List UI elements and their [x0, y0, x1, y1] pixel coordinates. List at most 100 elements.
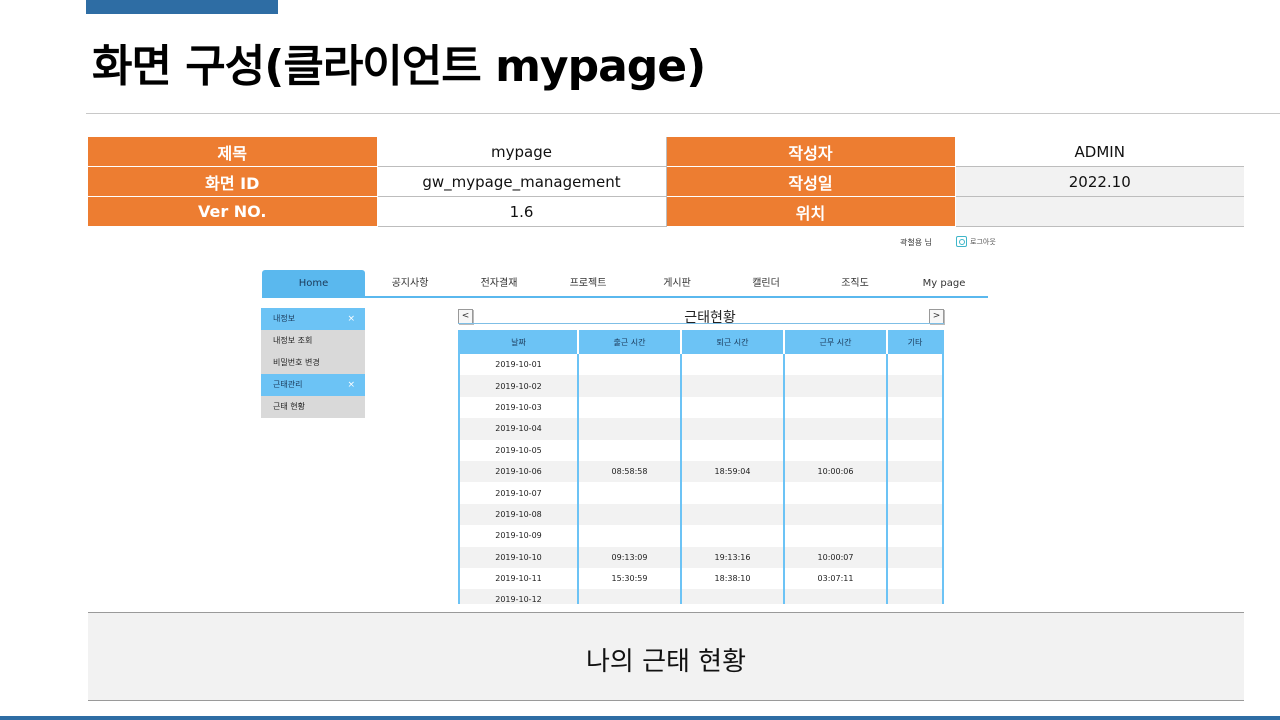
sidebar-group-my-info[interactable]: 내정보 × — [261, 308, 365, 330]
info-value: gw_mypage_management — [377, 166, 667, 197]
column-header-check-out: 퇴근 시간 — [681, 330, 785, 354]
attendance-table: 날짜 출근 시간 퇴근 시간 근무 시간 기타 2019-10-01 2019-1… — [460, 330, 942, 604]
close-icon[interactable]: × — [347, 374, 355, 396]
table-cell: 2019-10-02 — [460, 375, 579, 397]
table-cell — [681, 503, 785, 526]
info-value: mypage — [377, 137, 667, 167]
nav-approval[interactable]: 전자결재 — [464, 270, 534, 296]
nav-calendar[interactable]: 캘린더 — [731, 270, 801, 296]
table-cell — [578, 354, 682, 376]
table-row: 2019-10-10 09:13:09 19:13:16 10:00:07 — [460, 546, 942, 568]
table-cell — [578, 589, 682, 604]
table-row: 2019-10-04 — [460, 418, 942, 440]
table-cell: 15:30:59 — [578, 567, 682, 590]
column-header-check-in: 출근 시간 — [578, 330, 682, 354]
table-cell — [578, 503, 682, 526]
table-cell: 08:58:58 — [578, 460, 682, 483]
column-header-date: 날짜 — [460, 330, 579, 354]
top-accent-bar — [86, 0, 278, 14]
sidebar-group-label: 근태관리 — [273, 380, 303, 389]
prev-month-button[interactable]: < — [458, 309, 473, 324]
table-row: 2019-10-09 — [460, 525, 942, 547]
table-cell — [887, 589, 942, 604]
table-row: 2019-10-01 — [460, 354, 942, 376]
close-icon[interactable]: × — [347, 308, 355, 330]
table-cell — [578, 418, 682, 440]
table-cell — [887, 440, 942, 461]
table-row: 2019-10-08 — [460, 503, 942, 526]
table-cell: 2019-10-04 — [460, 418, 579, 440]
table-cell — [784, 525, 888, 547]
table-cell — [887, 568, 942, 589]
info-label: 위치 — [666, 196, 956, 227]
attendance-table-scroll[interactable]: 날짜 출근 시간 퇴근 시간 근무 시간 기타 2019-10-01 2019-1… — [458, 330, 944, 604]
info-value: ADMIN — [955, 137, 1244, 167]
attendance-title: 근태현황 — [684, 310, 736, 326]
caption-box: 나의 근태 현황 — [88, 612, 1244, 701]
table-cell: 2019-10-07 — [460, 482, 579, 504]
table-cell — [784, 418, 888, 440]
attendance-table-body: 2019-10-01 2019-10-02 2019-10-03 2019-10-04… — [460, 354, 942, 604]
logout-icon — [956, 236, 967, 247]
document-info-table: 제목 mypage 작성자 ADMIN 화면 ID gw_mypage_mana… — [88, 137, 1244, 227]
table-cell — [578, 396, 682, 419]
sidebar-item-view-info[interactable]: 내정보 조회 — [261, 330, 365, 352]
table-row: 2019-10-06 08:58:58 18:59:04 10:00:06 — [460, 460, 942, 483]
table-cell — [887, 546, 942, 568]
table-cell — [681, 375, 785, 397]
sidebar-group-label: 내정보 — [273, 314, 296, 323]
info-value — [955, 196, 1244, 227]
table-cell: 18:59:04 — [681, 460, 785, 483]
info-value: 2022.10 — [955, 166, 1244, 197]
info-label: 제목 — [88, 137, 378, 167]
column-header-work-time: 근무 시간 — [784, 330, 888, 354]
sidebar-item-change-password[interactable]: 비밀번호 변경 — [261, 352, 365, 374]
table-row: 2019-10-11 15:30:59 18:38:10 03:07:11 — [460, 567, 942, 590]
table-cell — [681, 354, 785, 376]
info-label: 작성일 — [666, 166, 956, 197]
table-cell: 2019-10-03 — [460, 396, 579, 419]
nav-notice[interactable]: 공지사항 — [375, 270, 445, 296]
table-cell: 10:00:06 — [784, 460, 888, 483]
nav-org-chart[interactable]: 조직도 — [820, 270, 890, 296]
sidebar-group-attendance[interactable]: 근태관리 × — [261, 374, 365, 396]
table-cell — [887, 418, 942, 440]
info-value: 1.6 — [377, 196, 667, 227]
table-cell — [681, 589, 785, 604]
title-divider — [86, 113, 1280, 114]
table-cell — [887, 397, 942, 418]
logout-button[interactable]: 로그아웃 — [956, 236, 996, 247]
table-cell — [887, 460, 942, 483]
table-cell — [784, 439, 888, 461]
table-row: 2019-10-12 — [460, 589, 942, 604]
table-cell — [887, 525, 942, 546]
table-row: 2019-10-05 — [460, 439, 942, 461]
sidebar-item-attendance-status[interactable]: 근태 현황 — [261, 396, 365, 418]
info-row: Ver NO. 1.6 위치 — [88, 196, 1244, 227]
table-cell — [784, 589, 888, 604]
table-cell — [784, 482, 888, 504]
info-label: Ver NO. — [88, 196, 378, 227]
table-cell — [784, 354, 888, 376]
next-month-button[interactable]: > — [929, 309, 944, 324]
table-row: 2019-10-03 — [460, 396, 942, 419]
table-cell — [681, 482, 785, 504]
table-cell: 2019-10-05 — [460, 439, 579, 461]
nav-my-page[interactable]: My page — [909, 270, 979, 296]
user-greeting: 곽철용 님 — [900, 238, 932, 247]
table-cell — [784, 375, 888, 397]
nav-home[interactable]: Home — [262, 270, 365, 296]
table-cell — [681, 396, 785, 419]
table-cell: 09:13:09 — [578, 546, 682, 568]
info-row: 제목 mypage 작성자 ADMIN — [88, 137, 1244, 167]
table-cell — [681, 525, 785, 547]
nav-project[interactable]: 프로젝트 — [553, 270, 623, 296]
caption-text: 나의 근태 현황 — [585, 647, 747, 677]
logout-label: 로그아웃 — [970, 237, 996, 246]
table-cell — [887, 482, 942, 503]
table-cell: 19:13:16 — [681, 546, 785, 568]
nav-board[interactable]: 게시판 — [642, 270, 712, 296]
column-header-etc: 기타 — [887, 330, 942, 354]
table-cell — [578, 375, 682, 397]
table-row: 2019-10-02 — [460, 375, 942, 397]
